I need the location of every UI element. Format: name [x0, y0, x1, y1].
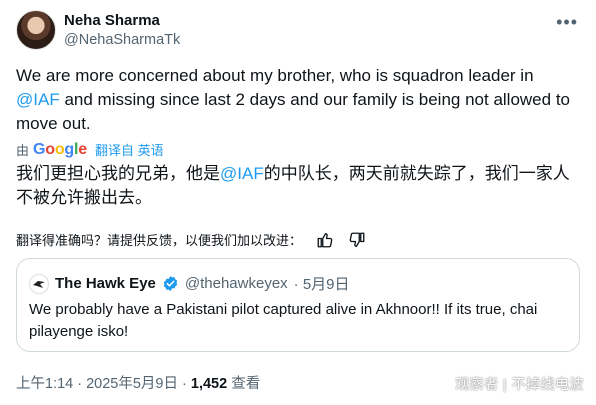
quoted-tweet[interactable]: The Hawk Eye @thehawkeyex · 5月9日 We prob… — [16, 258, 580, 352]
hawk-logo-icon — [33, 280, 45, 288]
verified-badge-icon — [163, 276, 178, 291]
author-avatar[interactable] — [16, 10, 56, 50]
translation-by-label: 由 — [16, 143, 30, 158]
translation-attribution: 由 Google 翻译自 英语 — [16, 140, 164, 159]
feedback-question: 翻译得准确吗？请提供反馈，以便我们加以改进： — [16, 233, 303, 248]
quoted-author-handle[interactable]: @thehawkeyex — [185, 275, 288, 292]
mention-link[interactable]: @IAF — [16, 90, 60, 109]
quoted-tweet-header: The Hawk Eye @thehawkeyex · 5月9日 — [29, 273, 350, 294]
thumbs-up-icon[interactable] — [316, 231, 334, 249]
tweet-metadata: 上午1:14 · 2025年5月9日 · 1,452 查看 — [16, 372, 260, 393]
google-logo: Google — [33, 140, 87, 158]
translate-from-link[interactable]: 翻译自 英语 — [95, 140, 164, 159]
tweet-text-part: and missing since last 2 days and our fa… — [16, 90, 570, 133]
translated-text: 我们更担心我的兄弟，他是@IAF的中队长，两天前就失踪了，我们一家人不被允许搬出… — [16, 162, 580, 210]
ellipsis-icon[interactable]: ••• — [556, 12, 578, 33]
quoted-author-name[interactable]: The Hawk Eye — [55, 275, 156, 292]
thumbs-down-icon[interactable] — [348, 231, 366, 249]
watermark: 观察者 | 不掉线电波 — [455, 376, 584, 392]
view-count-label: 查看 — [227, 376, 261, 392]
translated-text-part: 我们更担心我的兄弟，他是 — [16, 164, 220, 183]
quoted-author-avatar[interactable] — [29, 273, 49, 294]
tweet-timestamp[interactable]: 上午1:14 · 2025年5月9日 · — [16, 376, 191, 392]
quoted-tweet-date[interactable]: · 5月9日 — [294, 273, 350, 294]
translation-feedback: 翻译得准确吗？请提供反馈，以便我们加以改进： — [16, 230, 366, 249]
view-count: 1,452 — [190, 376, 228, 392]
tweet-header: Neha Sharma @NehaSharmaTk ••• — [16, 10, 580, 54]
tweet-text-part: We are more concerned about my brother, … — [16, 66, 534, 85]
author-handle[interactable]: @NehaSharmaTk — [64, 32, 180, 48]
author-name[interactable]: Neha Sharma — [64, 12, 160, 29]
quoted-tweet-text: We probably have a Pakistani pilot captu… — [29, 301, 538, 340]
tweet-text: We are more concerned about my brother, … — [16, 64, 580, 136]
translated-mention-link[interactable]: @IAF — [220, 164, 264, 183]
